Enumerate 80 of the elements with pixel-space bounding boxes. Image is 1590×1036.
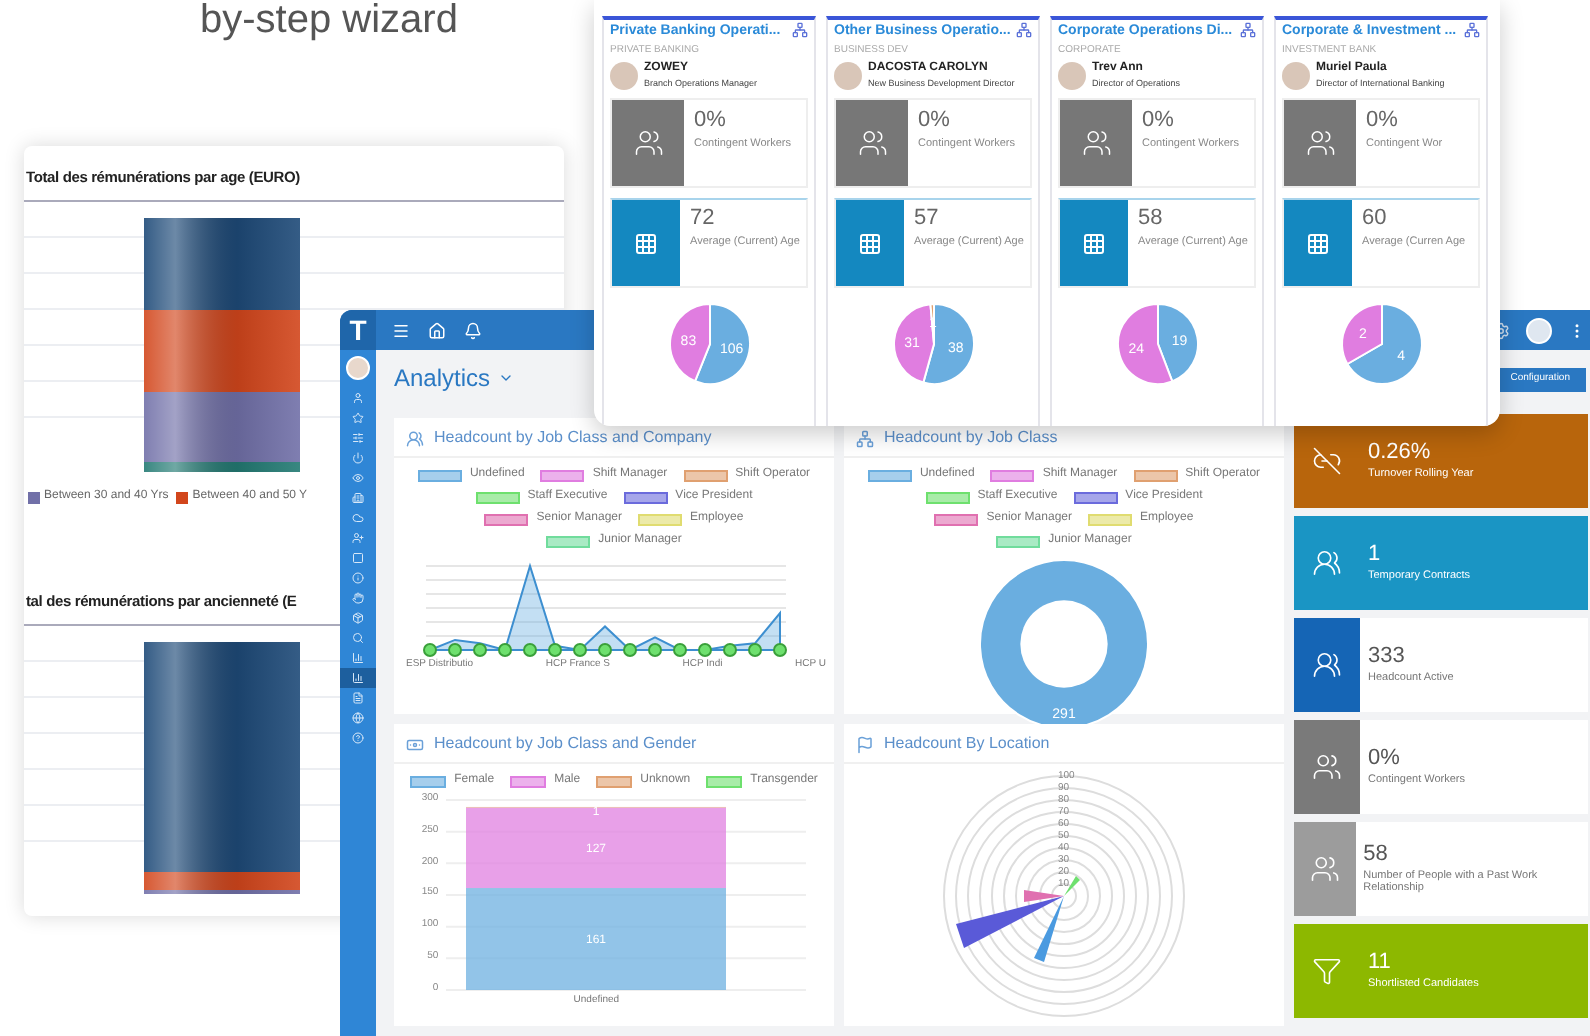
- nav-icon: [352, 532, 364, 544]
- panel-icon: [856, 429, 874, 447]
- pie-slice: [668, 303, 710, 383]
- panel-title: Headcount by Job Class and Gender: [434, 732, 697, 756]
- nav-icon: [352, 452, 364, 464]
- nav-icon: [352, 412, 364, 424]
- bell-icon[interactable]: [464, 321, 482, 339]
- legend-swatch: [706, 775, 743, 787]
- kpi-icon: [1312, 548, 1342, 578]
- kpi-icon: [1312, 956, 1342, 986]
- panel-title: Headcount By Location: [884, 732, 1050, 756]
- hierarchy-icon[interactable]: [1016, 22, 1032, 38]
- legend-swatch: [596, 775, 633, 787]
- dots-icon: [858, 231, 882, 255]
- people-icon: [1305, 128, 1335, 158]
- dots-icon: [634, 231, 658, 255]
- pie-slice: [1116, 303, 1173, 385]
- nav-icon: [352, 592, 364, 604]
- hierarchy-icon[interactable]: [1464, 22, 1480, 38]
- kpi-icon: [1312, 752, 1342, 782]
- app-logo: T: [340, 310, 376, 350]
- nav-icon: [352, 512, 364, 524]
- people-icon: [633, 128, 663, 158]
- chevron-down-icon[interactable]: [498, 370, 515, 386]
- panel-title: Headcount by Job Class and Company: [434, 426, 712, 450]
- stat-value: 0%: [918, 108, 952, 136]
- kpi-icon: [1309, 854, 1340, 884]
- home-icon[interactable]: [428, 321, 446, 339]
- stat-value: 60: [1362, 206, 1389, 234]
- nav-icon: [352, 392, 364, 404]
- stat-value: 58: [1138, 206, 1165, 234]
- pie-slice: [1156, 303, 1198, 383]
- stat-value: 72: [690, 206, 717, 234]
- nav-icon: [352, 712, 364, 724]
- kpi-value: 11: [1368, 950, 1393, 978]
- nav-icon: [352, 652, 364, 664]
- heading: by-step wizard: [200, 0, 458, 40]
- hierarchy-icon[interactable]: [792, 22, 808, 38]
- nav-icon: [352, 432, 364, 444]
- kpi-value: 0%: [1368, 746, 1402, 774]
- menu-icon[interactable]: [392, 321, 410, 339]
- nav-icon: [352, 492, 364, 504]
- stat-value: 0%: [1366, 108, 1400, 136]
- nav-icon: [352, 732, 364, 744]
- avatar: [834, 62, 862, 90]
- stat-value: 57: [914, 206, 941, 234]
- nav-icon: [352, 552, 364, 564]
- people-icon: [857, 128, 887, 158]
- panel-icon: [406, 735, 424, 753]
- stat-value: 0%: [694, 108, 728, 136]
- nav-icon: [352, 692, 364, 704]
- kpi-icon: [1312, 446, 1342, 476]
- avatar: [610, 62, 638, 90]
- page-title: Analytics: [394, 362, 491, 396]
- avatar: [1282, 62, 1310, 90]
- dots-icon: [1082, 231, 1106, 255]
- legend-swatch: [510, 775, 547, 787]
- user-avatar[interactable]: [346, 356, 370, 380]
- people-icon: [1081, 128, 1111, 158]
- stat-value: 0%: [1142, 108, 1176, 136]
- kpi-icon: [1312, 650, 1342, 680]
- user-avatar[interactable]: [1526, 317, 1552, 343]
- panel-icon: [856, 735, 874, 753]
- panel-title: Headcount by Job Class: [884, 426, 1058, 450]
- nav-icon: [352, 632, 364, 644]
- panel-icon: [406, 429, 424, 447]
- nav-icon: [352, 472, 364, 484]
- avatar: [1058, 62, 1086, 90]
- pie-slice: [693, 303, 750, 385]
- kpi-value: 1: [1368, 542, 1383, 570]
- hierarchy-icon[interactable]: [1240, 22, 1256, 38]
- kpi-value: 58: [1363, 841, 1390, 869]
- dots-icon: [1306, 231, 1330, 255]
- nav-icon: [352, 672, 364, 684]
- nav-icon: [352, 612, 364, 624]
- kpi-value: 333: [1368, 644, 1407, 672]
- kpi-value: 0.26%: [1368, 440, 1433, 468]
- nav-item[interactable]: [340, 668, 376, 688]
- nav-icon: [352, 572, 364, 584]
- legend-swatch: [410, 775, 447, 787]
